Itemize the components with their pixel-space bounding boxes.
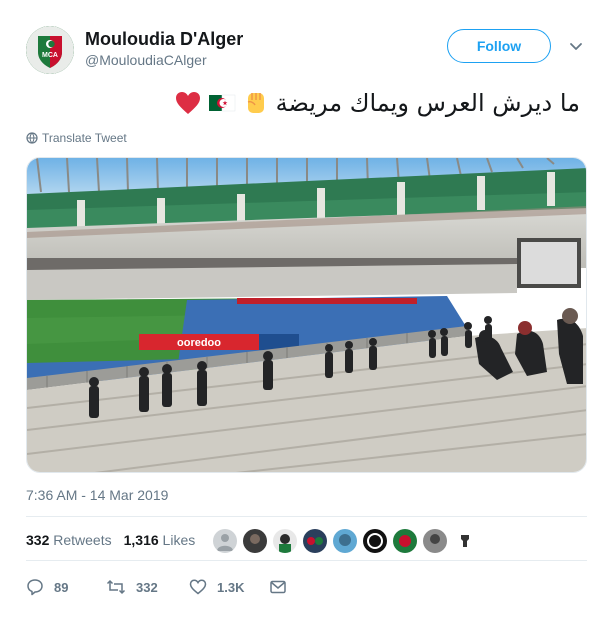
translate-tweet-link[interactable]: Translate Tweet: [26, 131, 127, 145]
heart-icon: [189, 579, 207, 595]
globe-icon: [26, 132, 38, 144]
avatar[interactable]: MCA: [26, 26, 74, 74]
like-count: 1.3K: [217, 579, 245, 595]
liker-avatars: [213, 529, 477, 553]
retweet-count: 332: [136, 579, 158, 595]
likes-label: Likes: [162, 532, 196, 548]
liker-avatar[interactable]: [423, 529, 447, 553]
divider-bottom: [26, 560, 587, 561]
direct-message-action[interactable]: [269, 578, 287, 596]
retweets-label: Retweets: [53, 532, 112, 548]
red-heart-emoji: [175, 92, 200, 114]
translate-label: Translate Tweet: [42, 131, 127, 145]
retweet-action[interactable]: 332: [106, 578, 158, 596]
divider-top: [26, 516, 587, 517]
club-crest-icon: MCA: [26, 26, 74, 74]
liker-avatar[interactable]: [243, 529, 267, 553]
retweets-stat[interactable]: 332 Retweets: [26, 532, 112, 548]
ad-board-text: ooredoo: [177, 337, 221, 349]
tweet-text: ما ديرش العرس ويماك مريضة: [120, 83, 580, 123]
envelope-icon: [270, 580, 286, 594]
tweet-stats: 332 Retweets 1,316 Likes: [26, 532, 195, 548]
retweets-count: 332: [26, 532, 50, 548]
tweet-timestamp[interactable]: 7:36 AM - 14 Mar 2019: [26, 487, 168, 503]
likes-stat[interactable]: 1,316 Likes: [124, 532, 196, 548]
algeria-flag-emoji: [208, 94, 235, 112]
tweet-arabic-text: ما ديرش العرس ويماك مريضة: [275, 89, 580, 117]
liker-avatar[interactable]: [453, 529, 477, 553]
user-handle[interactable]: @MouloudiaCAlger: [85, 52, 207, 68]
liker-avatar[interactable]: [273, 529, 297, 553]
raised-fist-emoji: [247, 93, 264, 113]
like-action[interactable]: 1.3K: [189, 578, 244, 596]
retweet-icon: [106, 579, 126, 595]
tweet-photo[interactable]: ooredoo: [26, 157, 587, 473]
follow-button[interactable]: Follow: [447, 29, 551, 63]
crest-text: MCA: [42, 52, 58, 59]
tweet-actions: 89 332 1.3K: [26, 578, 326, 602]
likes-count: 1,316: [123, 532, 159, 548]
reply-count: 89: [54, 579, 69, 595]
liker-avatar[interactable]: [333, 529, 357, 553]
stadium-photo: ooredoo: [27, 158, 586, 472]
liker-avatar[interactable]: [363, 529, 387, 553]
tweet-card: MCA Mouloudia D'Alger @MouloudiaCAlger F…: [0, 0, 616, 620]
display-name[interactable]: Mouloudia D'Alger: [85, 29, 243, 50]
reply-icon: [27, 579, 43, 596]
liker-avatar[interactable]: [303, 529, 327, 553]
liker-avatar[interactable]: [213, 529, 237, 553]
reply-action[interactable]: 89: [26, 578, 68, 596]
liker-avatar[interactable]: [393, 529, 417, 553]
chevron-down-icon[interactable]: [569, 40, 583, 54]
